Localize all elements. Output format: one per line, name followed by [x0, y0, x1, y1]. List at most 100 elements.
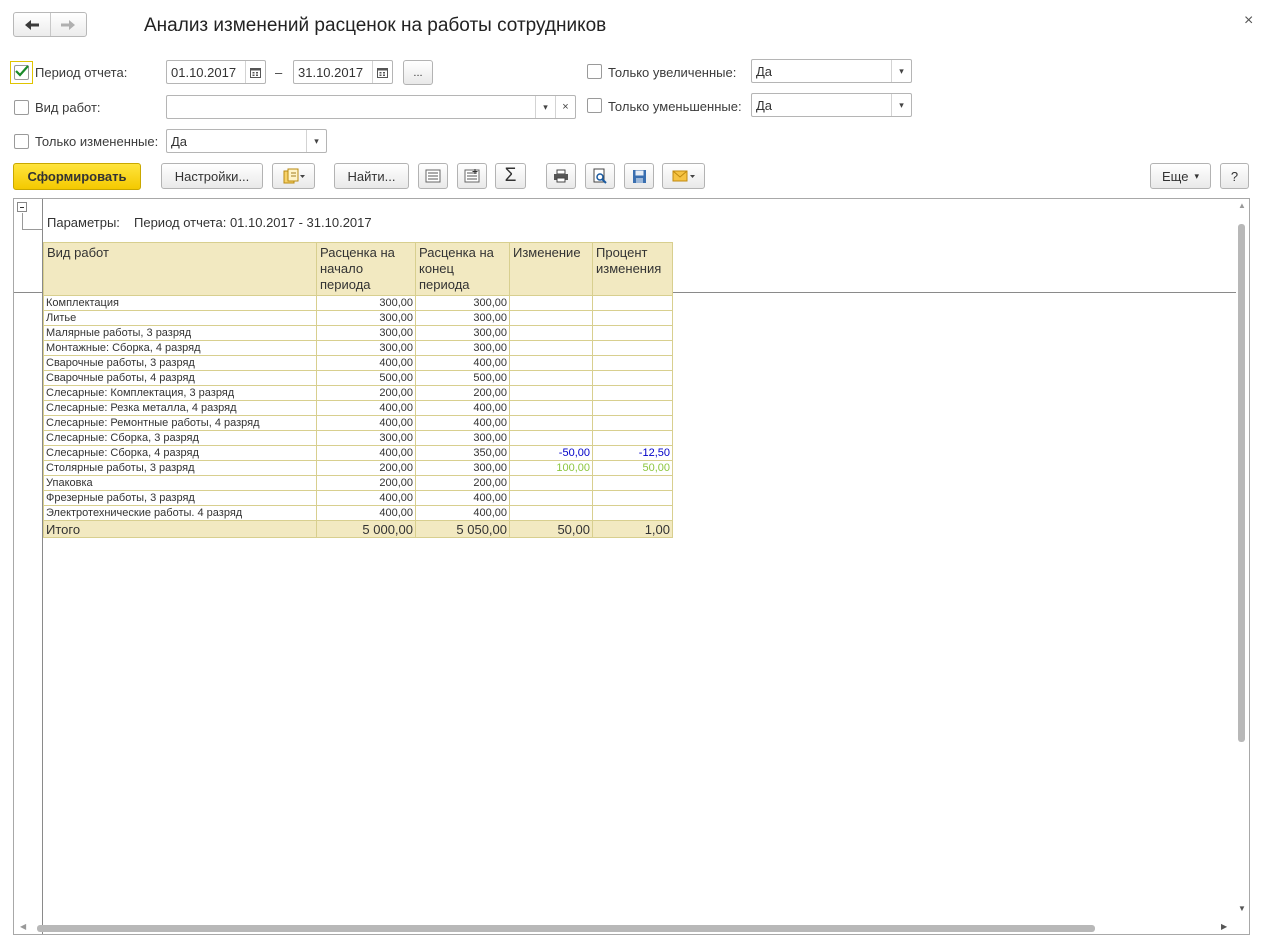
floppy-disk-icon — [632, 169, 646, 183]
cell-start-rate: 200,00 — [316, 475, 416, 491]
report-table: Вид работ Расценка на начало периода Рас… — [43, 242, 673, 538]
group-bracket-tick — [22, 229, 42, 230]
table-row[interactable]: Малярные работы, 3 разряд 300,00 300,00 — [43, 325, 673, 341]
table-row[interactable]: Сварочные работы, 4 разряд 500,00 500,00 — [43, 370, 673, 386]
horizontal-scrollbar[interactable]: ◀ ▶ — [17, 922, 1235, 934]
table-row[interactable]: Слесарные: Резка металла, 4 разряд 400,00… — [43, 400, 673, 416]
total-row[interactable]: Итого 5 000,00 5 050,00 50,00 1,00 — [43, 520, 673, 538]
table-row[interactable]: Слесарные: Ремонтные работы, 4 разряд 400… — [43, 415, 673, 431]
cell-change — [509, 415, 593, 431]
period-dash: – — [275, 65, 283, 80]
find-button[interactable]: Найти... — [334, 163, 409, 189]
save-button[interactable] — [624, 163, 654, 189]
preview-button[interactable] — [585, 163, 615, 189]
vertical-scroll-thumb[interactable] — [1238, 224, 1245, 742]
total-cell-percent: 1,00 — [592, 520, 673, 538]
cell-change — [509, 370, 593, 386]
cell-start-rate: 400,00 — [316, 505, 416, 521]
params-label: Параметры: — [47, 215, 120, 230]
send-email-button[interactable] — [662, 163, 705, 189]
period-to-field[interactable]: 31.10.2017 — [293, 60, 393, 84]
help-button[interactable]: ? — [1220, 163, 1249, 189]
collapse-group-icon[interactable] — [17, 202, 27, 212]
vertical-scrollbar[interactable]: ▲ ▼ — [1236, 201, 1248, 915]
only-decreased-checkbox[interactable] — [587, 98, 602, 113]
cell-percent — [592, 475, 673, 491]
table-row[interactable]: Сварочные работы, 3 разряд 400,00 400,00 — [43, 355, 673, 371]
cell-percent: 50,00 — [592, 460, 673, 476]
collapse-groups-icon — [425, 169, 441, 183]
calendar-icon[interactable] — [372, 61, 392, 83]
dropdown-arrow-icon[interactable]: ▾ — [535, 96, 555, 118]
report-variants-icon — [283, 168, 305, 184]
print-button[interactable] — [546, 163, 576, 189]
table-row[interactable]: Столярные работы, 3 разряд 200,00 300,00 10… — [43, 460, 673, 476]
cell-work-type: Слесарные: Резка металла, 4 разряд — [43, 400, 317, 416]
total-cell-start-rate: 5 000,00 — [316, 520, 416, 538]
generate-button[interactable]: Сформировать — [13, 163, 141, 190]
only-changed-label: Только измененные: — [35, 134, 159, 149]
collapse-groups-button[interactable] — [418, 163, 448, 189]
more-button[interactable]: Еще ▾ — [1150, 163, 1211, 189]
table-row[interactable]: Монтажные: Сборка, 4 разряд 300,00 300,00 — [43, 340, 673, 356]
table-row[interactable]: Электротехнические работы. 4 разряд 400,0… — [43, 505, 673, 521]
cell-change — [509, 490, 593, 506]
scroll-right-icon[interactable]: ▶ — [1221, 922, 1227, 931]
cell-end-rate: 300,00 — [415, 295, 510, 311]
cell-start-rate: 300,00 — [316, 325, 416, 341]
table-row[interactable]: Комплектация 300,00 300,00 — [43, 295, 673, 311]
cell-percent — [592, 325, 673, 341]
cell-work-type: Электротехнические работы. 4 разряд — [43, 505, 317, 521]
checkbox-box — [14, 65, 29, 80]
cell-percent — [592, 505, 673, 521]
header-percent: Процент изменения — [592, 242, 673, 296]
params-value: Период отчета: 01.10.2017 - 31.10.2017 — [134, 215, 372, 230]
report-spreadsheet[interactable]: Параметры: Период отчета: 01.10.2017 - 3… — [13, 198, 1250, 935]
only-decreased-select[interactable]: Да ▾ — [751, 93, 912, 117]
work-type-checkbox[interactable] — [14, 100, 29, 115]
scroll-up-icon[interactable]: ▲ — [1238, 201, 1246, 210]
table-row[interactable]: Литье 300,00 300,00 — [43, 310, 673, 326]
expand-groups-button[interactable] — [457, 163, 487, 189]
table-row[interactable]: Фрезерные работы, 3 разряд 400,00 400,00 — [43, 490, 673, 506]
sum-button[interactable]: Σ — [495, 163, 526, 189]
scroll-left-icon[interactable]: ◀ — [20, 922, 26, 931]
scroll-down-icon[interactable]: ▼ — [1238, 904, 1246, 913]
table-row[interactable]: Слесарные: Комплектация, 3 разряд 200,00 2… — [43, 385, 673, 401]
only-increased-checkbox[interactable] — [587, 64, 602, 79]
dropdown-arrow-icon[interactable]: ▾ — [306, 130, 326, 152]
dropdown-arrow-icon[interactable]: ▾ — [891, 60, 911, 82]
settings-button[interactable]: Настройки... — [161, 163, 263, 189]
cell-change — [509, 355, 593, 371]
cell-change: 100,00 — [509, 460, 593, 476]
group-bracket-line — [22, 213, 23, 229]
dropdown-arrow-icon[interactable]: ▾ — [891, 94, 911, 116]
cell-work-type: Слесарные: Сборка, 4 разряд — [43, 445, 317, 461]
checkmark-icon — [15, 65, 29, 77]
variants-button[interactable] — [272, 163, 315, 189]
cell-end-rate: 200,00 — [415, 385, 510, 401]
horizontal-scroll-thumb[interactable] — [37, 925, 1095, 932]
close-icon[interactable]: × — [1244, 12, 1253, 30]
period-from-field[interactable]: 01.10.2017 — [166, 60, 266, 84]
arrow-left-icon — [24, 19, 39, 30]
only-increased-select[interactable]: Да ▾ — [751, 59, 912, 83]
clear-icon[interactable]: × — [555, 96, 575, 118]
only-changed-checkbox[interactable] — [14, 134, 29, 149]
period-select-button[interactable]: ... — [403, 60, 433, 85]
cell-change — [509, 430, 593, 446]
table-row[interactable]: Слесарные: Сборка, 4 разряд 400,00 350,00-… — [43, 445, 673, 461]
period-from-value: 01.10.2017 — [171, 64, 237, 80]
total-cell-end-rate: 5 050,00 — [415, 520, 510, 538]
forward-button[interactable] — [49, 13, 87, 36]
work-type-field[interactable]: ▾ × — [166, 95, 576, 119]
calendar-icon[interactable] — [245, 61, 265, 83]
only-changed-select[interactable]: Да ▾ — [166, 129, 327, 153]
period-checkbox[interactable] — [10, 61, 33, 84]
table-row[interactable]: Упаковка 200,00 200,00 — [43, 475, 673, 491]
table-row[interactable]: Слесарные: Сборка, 3 разряд 300,00 300,00 — [43, 430, 673, 446]
printer-icon — [554, 169, 568, 183]
cell-work-type: Литье — [43, 310, 317, 326]
back-button[interactable] — [14, 13, 50, 36]
cell-end-rate: 400,00 — [415, 355, 510, 371]
